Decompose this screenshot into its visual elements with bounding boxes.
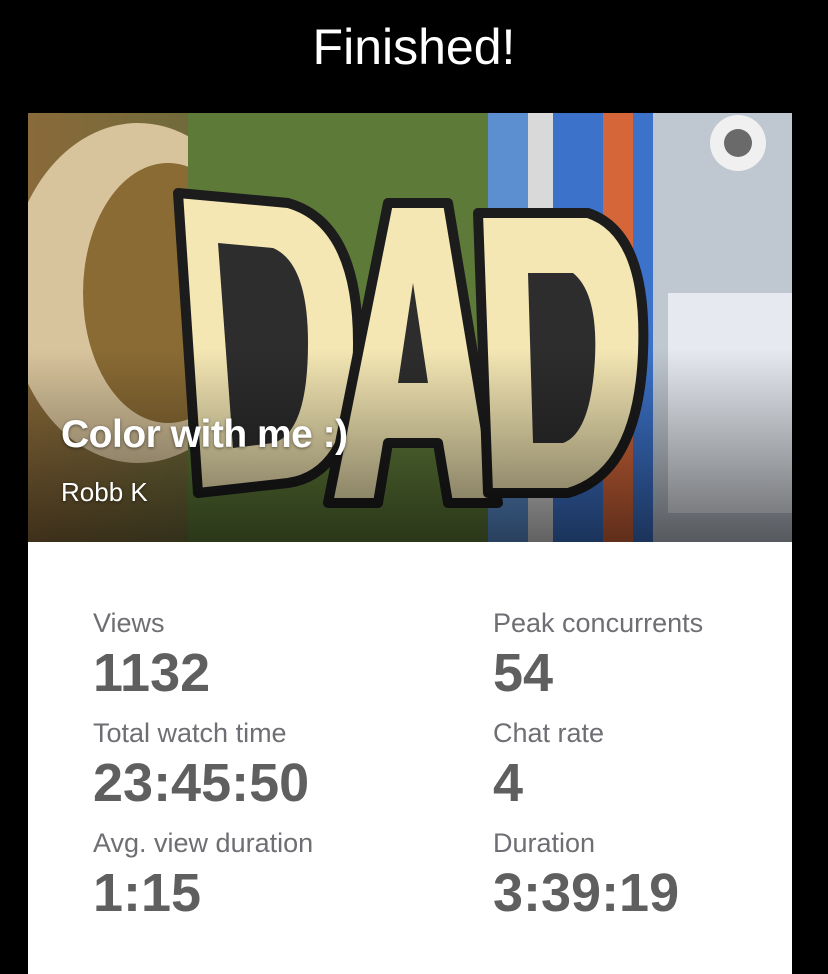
- stat-value: 4: [493, 753, 524, 813]
- stat-label: Duration: [493, 828, 596, 858]
- stat-value: 1132: [93, 643, 211, 703]
- stat-total-watch-time: Total watch time 23:45:50: [93, 718, 309, 812]
- stat-avg-view-duration: Avg. view duration 1:15: [93, 828, 313, 922]
- stat-label: Peak concurrents: [493, 608, 704, 638]
- stat-label: Total watch time: [93, 718, 287, 748]
- stat-label: Avg. view duration: [93, 828, 314, 858]
- stat-chat-rate: Chat rate 4: [493, 718, 604, 812]
- stat-value: 1:15: [93, 863, 202, 923]
- stat-value: 23:45:50: [93, 753, 310, 813]
- page-title: Finished!: [312, 19, 516, 75]
- stat-value: 3:39:19: [493, 863, 680, 923]
- stat-value: 54: [493, 643, 554, 703]
- stat-views: Views 1132: [93, 608, 210, 702]
- video-author: Robb K: [61, 477, 148, 507]
- stat-label: Chat rate: [493, 718, 605, 748]
- stat-duration: Duration 3:39:19: [493, 828, 679, 922]
- video-title: Color with me :): [61, 413, 348, 456]
- stat-peak-concurrents: Peak concurrents 54: [493, 608, 703, 702]
- video-thumbnail[interactable]: Color with me :) Robb K: [28, 113, 792, 542]
- stat-label: Views: [93, 608, 165, 638]
- stream-summary-card: Color with me :) Robb K Views 1132 Peak …: [28, 113, 792, 974]
